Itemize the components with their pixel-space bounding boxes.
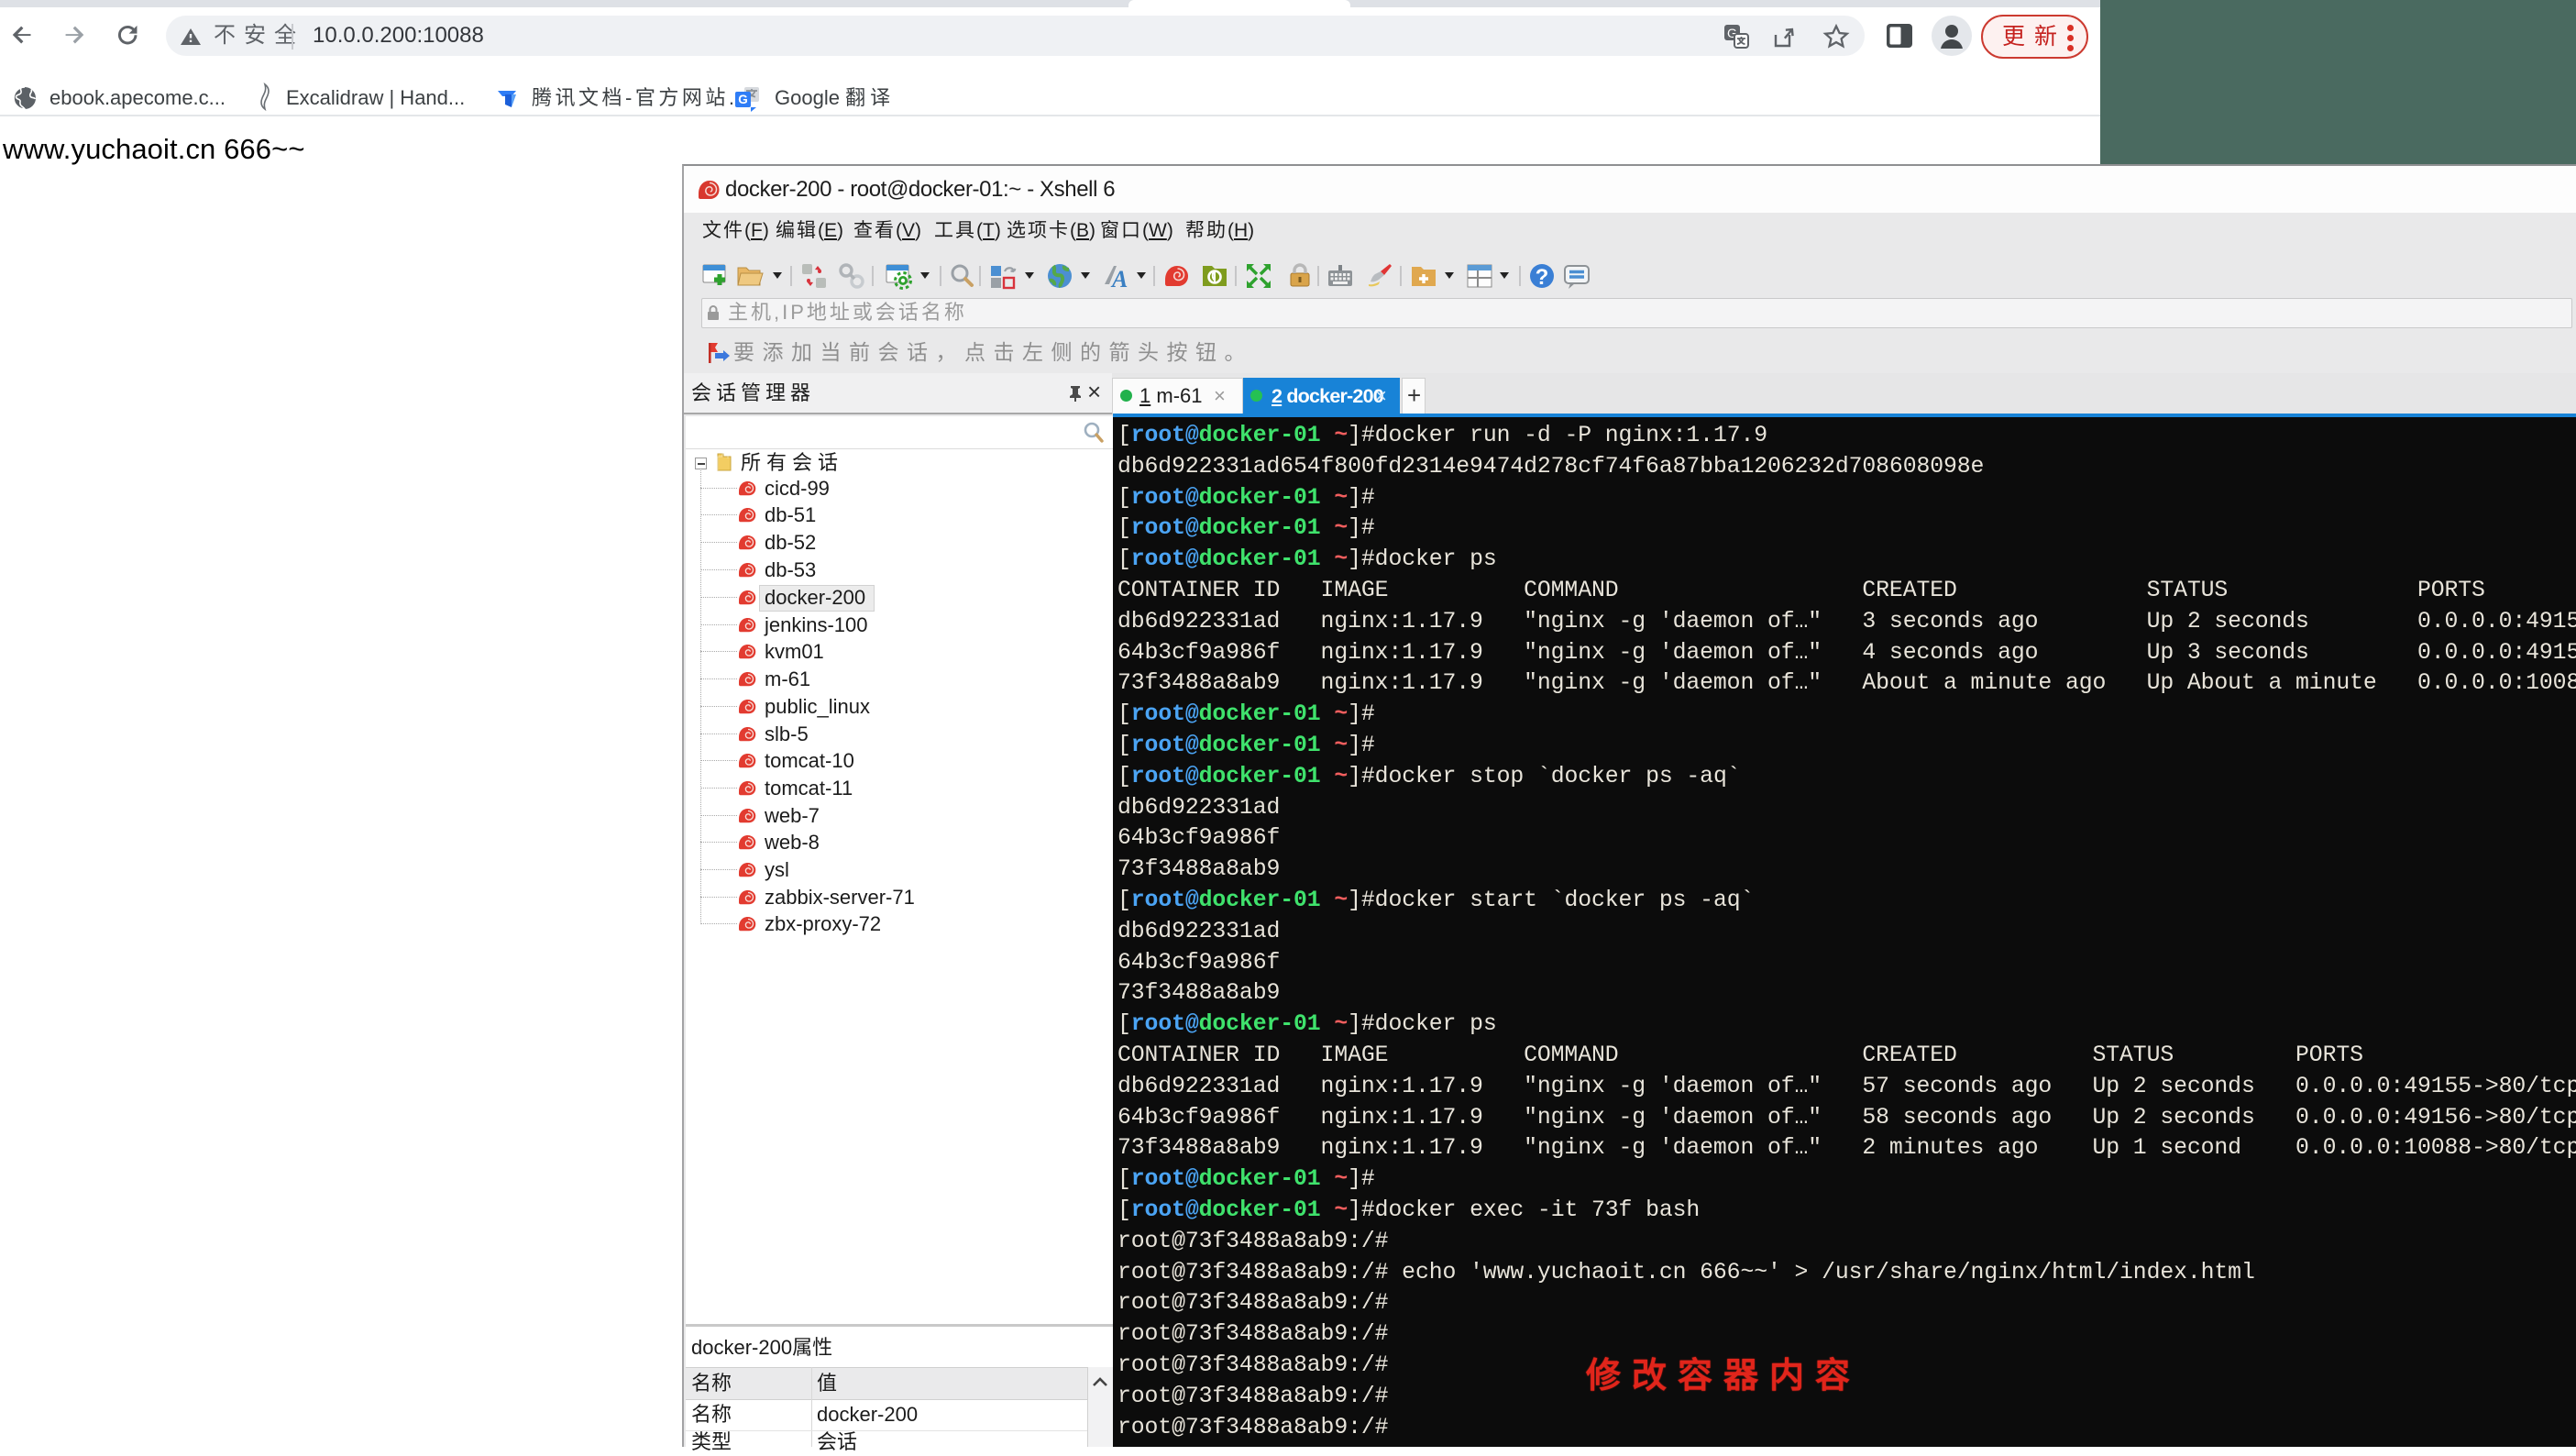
- svg-text:G: G: [738, 93, 748, 106]
- svg-text:?: ?: [1536, 265, 1549, 290]
- svg-text:A: A: [1110, 266, 1128, 290]
